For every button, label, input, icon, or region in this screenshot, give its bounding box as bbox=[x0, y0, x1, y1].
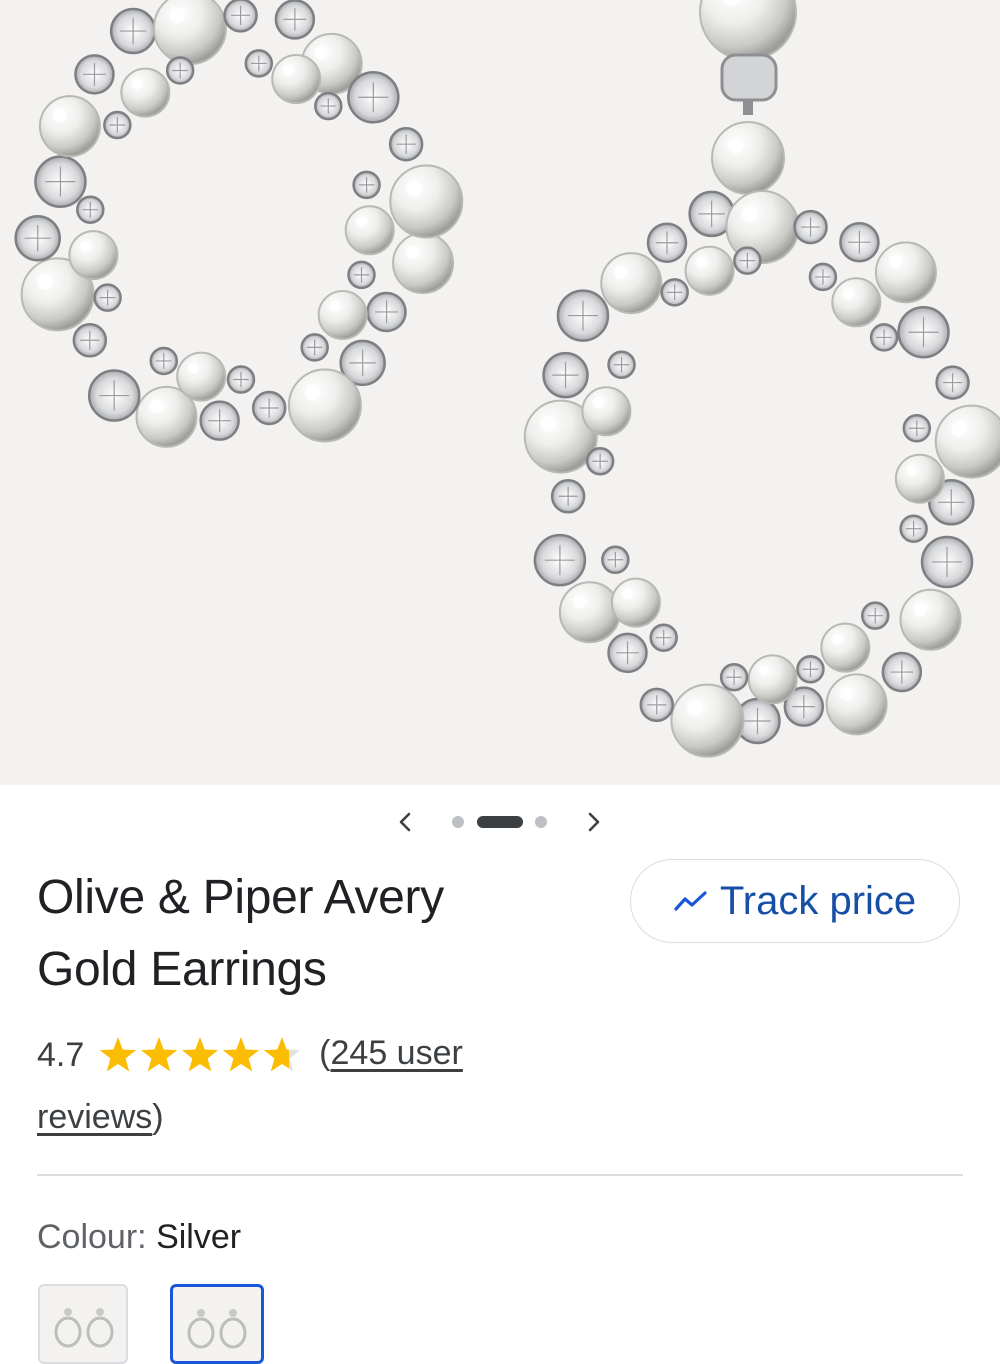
chevron-left-icon[interactable] bbox=[388, 804, 424, 840]
star-icon bbox=[263, 1037, 300, 1072]
divider bbox=[37, 1174, 963, 1176]
colour-swatch-selected[interactable] bbox=[170, 1284, 264, 1364]
product-title: Olive & Piper Avery Gold Earrings bbox=[37, 862, 597, 1006]
rating-value: 4.7 bbox=[37, 1036, 85, 1075]
colour-value: Silver bbox=[156, 1218, 242, 1256]
image-carousel-controls bbox=[0, 800, 1000, 844]
product-title-line2: Gold Earrings bbox=[37, 943, 327, 996]
track-price-label: Track price bbox=[719, 878, 917, 923]
reviews-link-text-2: reviews bbox=[37, 1098, 153, 1137]
carousel-dot[interactable] bbox=[535, 816, 547, 828]
star-icon bbox=[222, 1037, 259, 1072]
rating-stars bbox=[99, 1037, 300, 1072]
reviews-link-text: 245 user bbox=[330, 1034, 463, 1072]
carousel-dot-active[interactable] bbox=[477, 816, 523, 828]
star-icon bbox=[181, 1037, 218, 1072]
swatch-thumbnail bbox=[54, 1308, 114, 1348]
earrings-photo bbox=[14, 0, 1000, 758]
star-icon bbox=[99, 1037, 136, 1072]
colour-row: Colour: Silver bbox=[37, 1215, 241, 1259]
reviews-open-paren: ( bbox=[319, 1034, 331, 1072]
product-image[interactable] bbox=[0, 0, 1000, 785]
product-title-line1: Olive & Piper Avery bbox=[37, 871, 444, 924]
star-icon bbox=[140, 1037, 177, 1072]
colour-swatch[interactable] bbox=[38, 1284, 128, 1364]
trending-line-icon bbox=[674, 891, 707, 911]
chevron-right-icon[interactable] bbox=[575, 804, 611, 840]
rating-row: 4.7 (245 user reviews) bbox=[37, 1022, 597, 1148]
reviews-close-paren: ) bbox=[152, 1098, 164, 1137]
colour-label: Colour: bbox=[37, 1218, 147, 1256]
swatch-thumbnail bbox=[187, 1309, 247, 1349]
track-price-button[interactable]: Track price bbox=[630, 859, 960, 943]
carousel-dot[interactable] bbox=[452, 816, 464, 828]
